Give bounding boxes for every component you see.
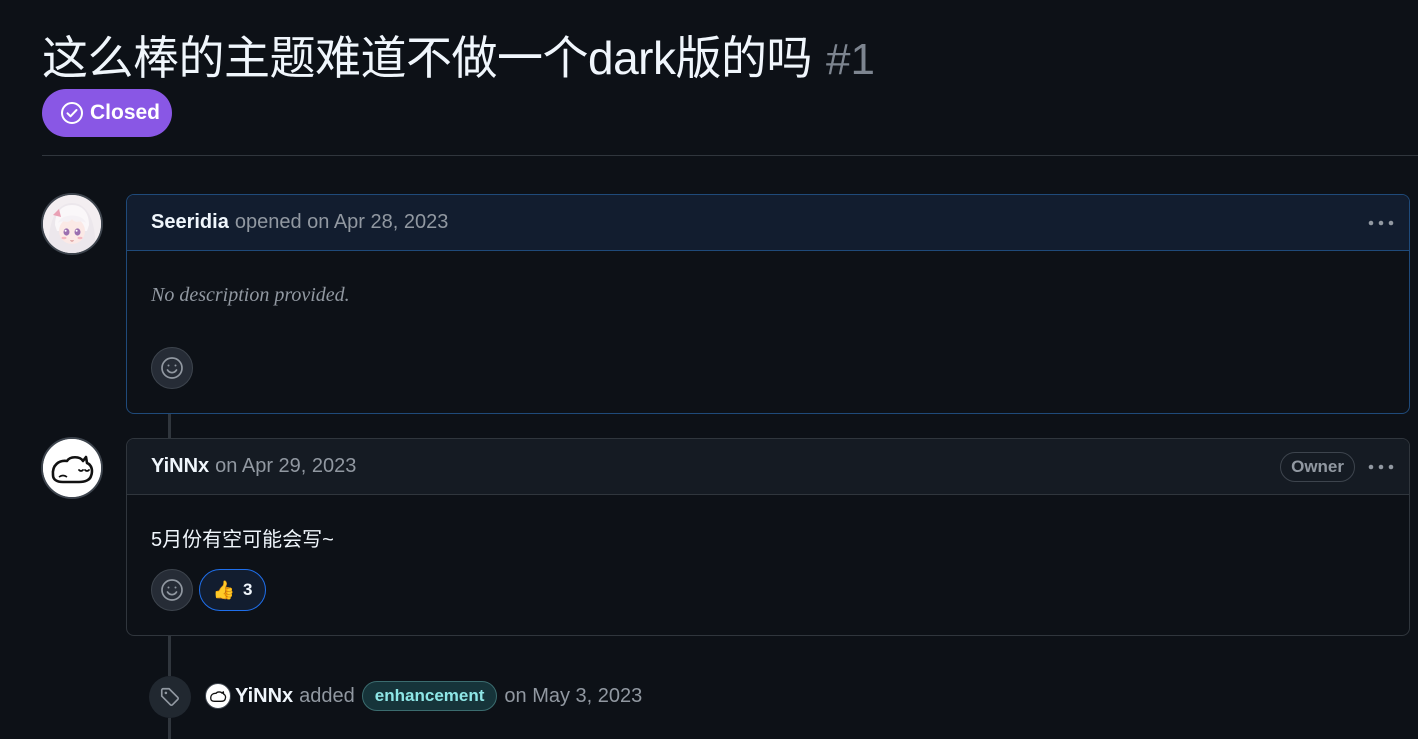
cat-avatar-icon xyxy=(43,439,101,497)
timeline-line xyxy=(168,414,171,438)
event-date[interactable]: on May 3, 2023 xyxy=(504,685,642,708)
comment-timestamp[interactable]: on Apr 29, 2023 xyxy=(215,455,356,478)
comment-timestamp[interactable]: opened on Apr 28, 2023 xyxy=(235,211,449,234)
reaction-thumbs-up-button[interactable]: 👍 3 xyxy=(199,569,266,611)
avatar-seeridia[interactable] xyxy=(41,193,103,255)
header-divider xyxy=(42,155,1418,156)
timeline-line xyxy=(168,636,171,676)
kebab-horizontal-icon xyxy=(1368,220,1394,226)
comment-header: YiNNx on Apr 29, 2023 Owner xyxy=(127,439,1409,495)
more-options-button[interactable] xyxy=(1367,209,1395,237)
label-enhancement[interactable]: enhancement xyxy=(361,681,498,711)
smiley-icon xyxy=(161,357,183,379)
tag-icon xyxy=(160,687,179,706)
kebab-horizontal-icon xyxy=(1368,464,1394,470)
check-circle-icon xyxy=(60,101,84,125)
issue-number: #1 xyxy=(825,35,875,84)
issue-title: 这么棒的主题难道不做一个dark版的吗 xyxy=(42,32,812,84)
comment-author[interactable]: YiNNx xyxy=(151,455,209,478)
comment-card: Seeridia opened on Apr 28, 2023 No descr… xyxy=(126,194,1410,414)
cat-avatar-icon xyxy=(210,691,227,702)
anime-girl-avatar-icon xyxy=(43,195,101,253)
avatar-yinnx-small[interactable] xyxy=(205,683,231,709)
add-reaction-button[interactable] xyxy=(151,347,193,389)
avatar-yinnx[interactable] xyxy=(41,437,103,499)
issue-page: 这么棒的主题难道不做一个dark版的吗 #1 Closed Seeridia o… xyxy=(0,0,1418,739)
thumbs-up-icon: 👍 xyxy=(212,579,235,600)
event-tag-badge xyxy=(149,676,191,718)
comment-text: No description provided. xyxy=(151,284,350,306)
owner-badge: Owner xyxy=(1280,452,1355,482)
comment-card: YiNNx on Apr 29, 2023 Owner 5月份有空可能会写~ 👍… xyxy=(126,438,1410,636)
issue-state-badge: Closed xyxy=(42,89,172,137)
event-action: added xyxy=(299,684,355,707)
comment-text: 5月份有空可能会写~ xyxy=(151,529,334,551)
issue-header: 这么棒的主题难道不做一个dark版的吗 #1 xyxy=(42,22,875,88)
reaction-count: 3 xyxy=(242,580,253,599)
add-reaction-button[interactable] xyxy=(151,569,193,611)
timeline-line xyxy=(168,718,171,739)
more-options-button[interactable] xyxy=(1367,453,1395,481)
issue-state-label: Closed xyxy=(90,101,161,124)
comment-author[interactable]: Seeridia xyxy=(151,211,229,234)
event-actor[interactable]: YiNNx xyxy=(235,685,293,708)
label-event: YiNNx added enhancement on May 3, 2023 xyxy=(205,680,642,712)
smiley-icon xyxy=(161,579,183,601)
comment-header: Seeridia opened on Apr 28, 2023 xyxy=(127,195,1409,251)
